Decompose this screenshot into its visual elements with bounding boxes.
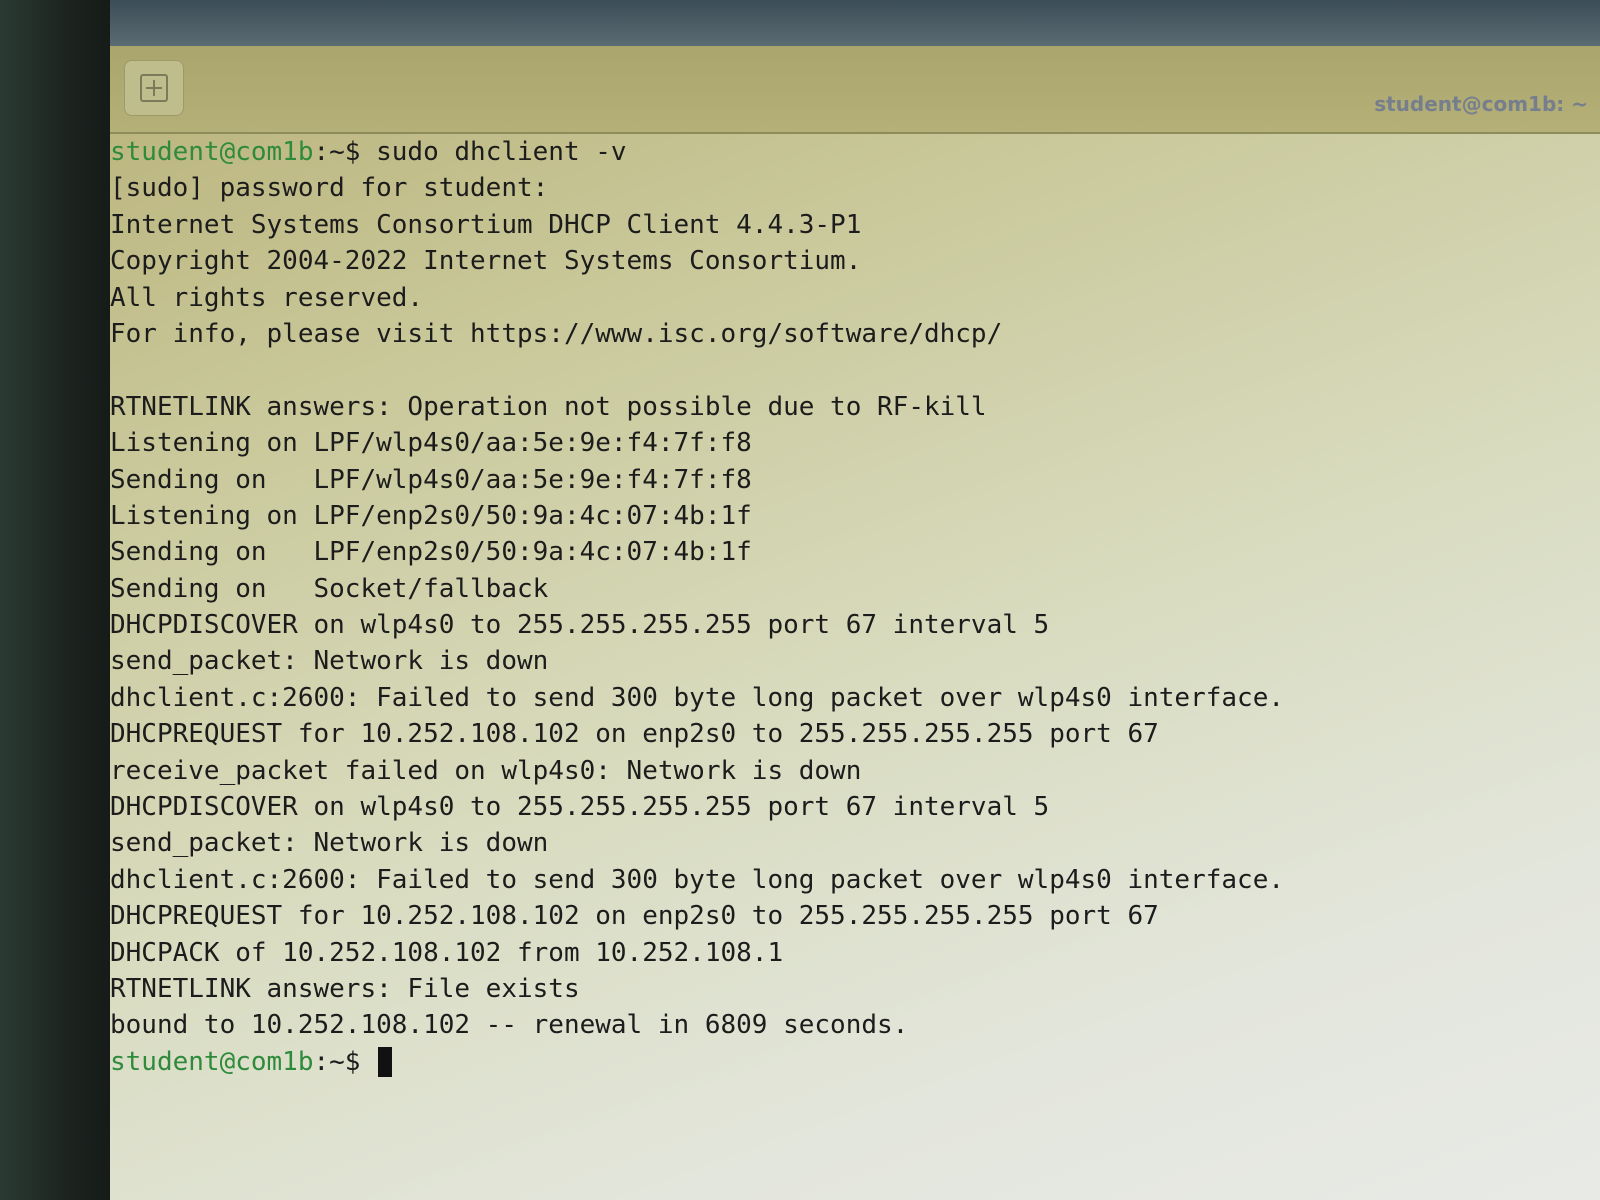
new-tab-button[interactable] <box>124 60 184 116</box>
terminal-line: Internet Systems Consortium DHCP Client … <box>110 209 862 240</box>
terminal-line: Sending on LPF/wlp4s0/aa:5e:9e:f4:7f:f8 <box>110 464 752 495</box>
terminal-line: RTNETLINK answers: Operation not possibl… <box>110 391 987 422</box>
terminal-output[interactable]: student@com1b:~$ sudo dhclient -v [sudo]… <box>110 134 1590 1194</box>
terminal-line: send_packet: Network is down <box>110 828 549 859</box>
terminal-line: For info, please visit https://www.isc.o… <box>110 318 1003 349</box>
terminal-line: Listening on LPF/wlp4s0/aa:5e:9e:f4:7f:f… <box>110 428 752 459</box>
prompt-suffix: :~$ <box>313 1046 377 1077</box>
terminal-line: RTNETLINK answers: File exists <box>110 973 580 1004</box>
terminal-line: DHCPACK of 10.252.108.102 from 10.252.10… <box>110 937 784 968</box>
window-title: student@com1b: ~ <box>1374 92 1588 116</box>
terminal-line: receive_packet failed on wlp4s0: Network… <box>110 755 862 786</box>
terminal-line: student@com1b:~$ sudo dhclient -v <box>110 134 1590 170</box>
top-panel <box>110 0 1600 46</box>
terminal-line: bound to 10.252.108.102 -- renewal in 68… <box>110 1010 909 1041</box>
terminal-headerbar: student@com1b: ~ <box>110 46 1600 134</box>
command-text: sudo dhclient -v <box>376 137 627 167</box>
terminal-prompt-line[interactable]: student@com1b:~$ <box>110 1044 1590 1080</box>
prompt-text: student@com1b <box>110 137 314 167</box>
terminal-line: [sudo] password for student: <box>110 173 549 204</box>
text-cursor <box>378 1047 393 1078</box>
terminal-line: Copyright 2004-2022 Internet Systems Con… <box>110 246 862 277</box>
terminal-window: student@com1b: ~ student@com1b:~$ sudo d… <box>110 46 1600 1200</box>
prompt-user-host: student@com1b <box>110 1046 314 1077</box>
terminal-line: Sending on LPF/enp2s0/50:9a:4c:07:4b:1f <box>110 537 752 568</box>
terminal-line: Sending on Socket/fallback <box>110 573 549 604</box>
plus-square-icon <box>140 74 168 102</box>
terminal-line: DHCPREQUEST for 10.252.108.102 on enp2s0… <box>110 901 1159 932</box>
terminal-line: DHCPDISCOVER on wlp4s0 to 255.255.255.25… <box>110 792 1050 823</box>
terminal-line: DHCPDISCOVER on wlp4s0 to 255.255.255.25… <box>110 610 1050 641</box>
terminal-line: send_packet: Network is down <box>110 646 549 677</box>
terminal-line: All rights reserved. <box>110 282 424 313</box>
terminal-line: DHCPREQUEST for 10.252.108.102 on enp2s0… <box>110 719 1159 750</box>
terminal-line: Listening on LPF/enp2s0/50:9a:4c:07:4b:1… <box>110 500 752 531</box>
terminal-line: dhclient.c:2600: Failed to send 300 byte… <box>110 682 1284 713</box>
terminal-line: dhclient.c:2600: Failed to send 300 byte… <box>110 864 1284 895</box>
monitor-bezel-left <box>0 0 110 1200</box>
prompt-suffix: :~$ <box>313 137 377 167</box>
